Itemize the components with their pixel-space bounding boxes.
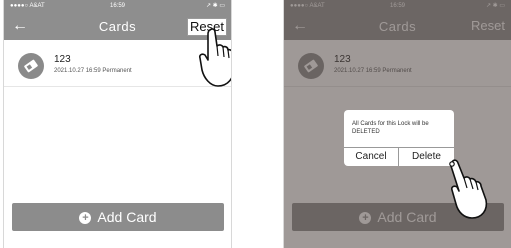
plus-circle-icon: + [79, 212, 92, 224]
pointing-hand-icon [449, 159, 488, 219]
pointing-hand-icon [199, 28, 231, 87]
phone-screen-left: ●●●●○ A&AT 16:59 ↗ ✱ ▭ ← Cards Reset 123… [3, 0, 232, 248]
add-card-label: Add Card [97, 209, 157, 225]
phone-screen-right: ●●●●○ A&AT 16:59 ↗ ✱ ▭ ← Cards Reset 123… [283, 0, 511, 248]
status-icons: ↗ ✱ ▭ [205, 3, 225, 9]
card-key-icon [18, 53, 44, 79]
add-card-button[interactable]: + Add Card [12, 203, 224, 231]
card-meta: 2021.10.27 16:59 Permanent [54, 68, 132, 74]
card-name: 123 [54, 54, 71, 65]
dialog-button-row: Cancel Delete [344, 147, 454, 166]
confirm-dialog: All Cards for this Lock will be DELETED … [344, 110, 454, 166]
status-bar: ●●●●○ A&AT 16:59 ↗ ✱ ▭ [4, 0, 231, 12]
status-time: 16:59 [109, 3, 125, 9]
dialog-message: All Cards for this Lock will be DELETED [352, 121, 429, 135]
cancel-button[interactable]: Cancel [344, 148, 399, 166]
